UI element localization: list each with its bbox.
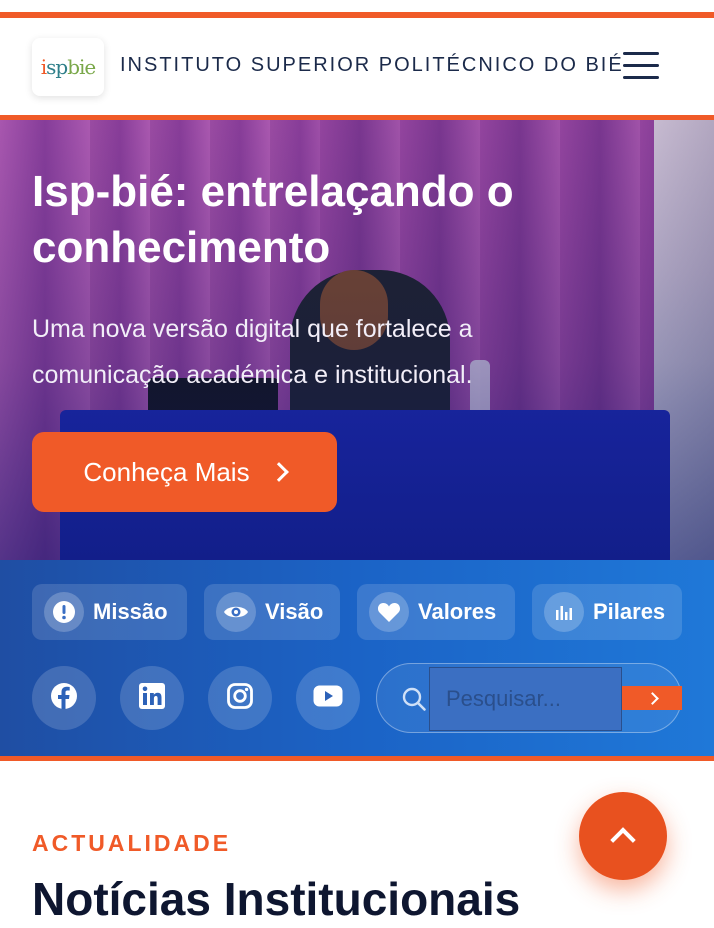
section-kicker: ACTUALIDADE bbox=[32, 830, 232, 856]
quick-link-visao[interactable]: Visão bbox=[204, 584, 340, 640]
quick-links-band: Missão Visão Valores Pilares bbox=[0, 560, 714, 758]
chevron-up-icon bbox=[610, 827, 636, 853]
back-to-top-button[interactable] bbox=[579, 792, 667, 880]
quick-link-label: Valores bbox=[418, 599, 497, 624]
linkedin-icon bbox=[138, 682, 166, 715]
band-accent-line bbox=[0, 756, 714, 761]
site-header: ispbie INSTITUTO SUPERIOR POLITÉCNICO DO… bbox=[0, 18, 714, 116]
search-bar bbox=[376, 663, 682, 733]
hero-banner: Isp-bié: entrelaçando o conhecimento Uma… bbox=[0, 120, 714, 560]
logo[interactable]: ispbie bbox=[32, 38, 104, 96]
logo-mark: ispbie bbox=[40, 55, 97, 79]
learn-more-button[interactable]: Conheça Mais bbox=[32, 432, 337, 512]
search-icon bbox=[401, 686, 427, 712]
bar-chart-icon bbox=[544, 592, 584, 632]
quick-link-label: Visão bbox=[265, 599, 324, 624]
hamburger-menu-icon[interactable] bbox=[623, 50, 661, 82]
quick-link-label: Missão bbox=[93, 599, 168, 624]
learn-more-label: Conheça Mais bbox=[83, 456, 250, 487]
heart-icon bbox=[369, 592, 409, 632]
section-title: Notícias Institucionais bbox=[32, 873, 521, 925]
quick-link-valores[interactable]: Valores bbox=[357, 584, 515, 640]
search-input[interactable] bbox=[429, 667, 622, 731]
exclamation-icon bbox=[44, 592, 84, 632]
search-submit-button[interactable] bbox=[622, 686, 682, 710]
quick-link-pilares[interactable]: Pilares bbox=[532, 584, 682, 640]
chevron-right-icon bbox=[268, 462, 289, 482]
linkedin-link[interactable] bbox=[120, 666, 184, 730]
instagram-link[interactable] bbox=[208, 666, 272, 730]
youtube-link[interactable] bbox=[296, 666, 360, 730]
instagram-icon bbox=[226, 682, 254, 715]
facebook-icon bbox=[50, 682, 78, 715]
hero-subtitle: Uma nova versão digital que fortalece a … bbox=[32, 315, 473, 389]
quick-link-missao[interactable]: Missão bbox=[32, 584, 187, 640]
chevron-right-icon bbox=[645, 691, 659, 705]
youtube-icon bbox=[313, 685, 343, 712]
facebook-link[interactable] bbox=[32, 666, 96, 730]
eye-icon bbox=[216, 592, 256, 632]
institution-name: INSTITUTO SUPERIOR POLITÉCNICO DO BIÉ bbox=[120, 54, 624, 76]
hero-title: Isp-bié: entrelaçando o conhecimento bbox=[32, 167, 514, 272]
quick-link-label: Pilares bbox=[593, 599, 666, 624]
